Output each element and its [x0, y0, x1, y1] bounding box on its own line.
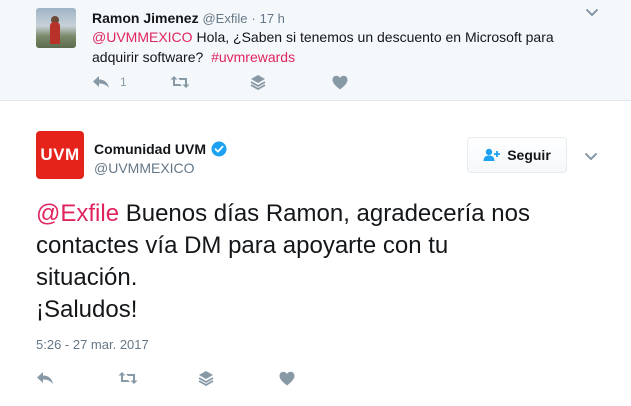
tweet-header: Ramon Jimenez @Exfile · 17 h: [92, 10, 285, 26]
tweet-text-line-1-rest: Buenos días Ramon, agradecería nos: [119, 200, 530, 227]
reply-tweet[interactable]: Ramon Jimenez @Exfile · 17 h @UVMMEXICO …: [0, 0, 631, 101]
stack-icon: [198, 371, 214, 386]
retweet-icon: [118, 372, 138, 384]
tweet-text: @Exfile Buenos días Ramon, agradecería n…: [36, 198, 596, 326]
mention-link[interactable]: @UVMMEXICO: [92, 29, 193, 45]
tweet-text-line-2: contactes vía DM para apoyarte con tu: [36, 232, 449, 259]
time-separator: ·: [251, 11, 256, 26]
chevron-down-icon[interactable]: [584, 152, 598, 162]
author-name[interactable]: Comunidad UVM: [94, 141, 206, 157]
tweet-time[interactable]: 17 h: [260, 11, 285, 26]
tweet-text-line-4: ¡Saludos!: [36, 296, 138, 323]
reply-icon: [93, 76, 109, 88]
stack-action[interactable]: [250, 73, 266, 91]
author-name-row: Comunidad UVM: [94, 141, 227, 157]
tweet-text: @UVMMEXICO Hola, ¿Saben si tenemos un de…: [92, 27, 592, 67]
tweet-actions: 1: [92, 73, 392, 93]
retweet-icon: [170, 76, 190, 88]
avatar-body-shape: [50, 22, 60, 44]
like-action[interactable]: [332, 73, 348, 91]
tweet-text-line-1: @Exfile Buenos días Ramon, agradecería n…: [36, 198, 596, 230]
follow-user-icon: [483, 148, 501, 161]
reply-action[interactable]: [36, 369, 54, 387]
follow-button[interactable]: Seguir: [467, 137, 567, 173]
like-icon: [332, 75, 348, 89]
tweet-text-line-3: situación.: [36, 264, 138, 291]
uvm-avatar[interactable]: UVM: [36, 131, 84, 179]
hashtag-link[interactable]: #uvmrewards: [211, 49, 295, 65]
stack-action[interactable]: [198, 369, 214, 387]
author-handle[interactable]: @Exfile: [202, 11, 247, 26]
retweet-action[interactable]: [170, 73, 190, 91]
like-icon: [279, 371, 295, 385]
reply-action[interactable]: 1: [92, 73, 127, 91]
avatar[interactable]: [36, 8, 76, 48]
tweet-timestamp[interactable]: 5:26 - 27 mar. 2017: [36, 337, 149, 352]
retweet-action[interactable]: [118, 369, 138, 387]
author-name[interactable]: Ramon Jimenez: [92, 10, 199, 26]
like-action[interactable]: [279, 369, 295, 387]
follow-label: Seguir: [507, 147, 551, 163]
verified-badge-icon: [211, 141, 227, 157]
chevron-down-icon[interactable]: [585, 8, 599, 18]
stack-icon: [250, 75, 266, 90]
tweet-text-line-2: adquirir software?: [92, 49, 204, 65]
tweet-actions: [36, 369, 336, 389]
uvm-logo-text: UVM: [40, 145, 80, 164]
reply-icon: [37, 372, 53, 384]
tweet-text-line-1: Hola, ¿Saben si tenemos un descuento en …: [192, 29, 554, 45]
mention-link[interactable]: @Exfile: [36, 200, 119, 227]
reply-count: 1: [120, 75, 127, 89]
author-handle[interactable]: @UVMMEXICO: [94, 160, 195, 176]
